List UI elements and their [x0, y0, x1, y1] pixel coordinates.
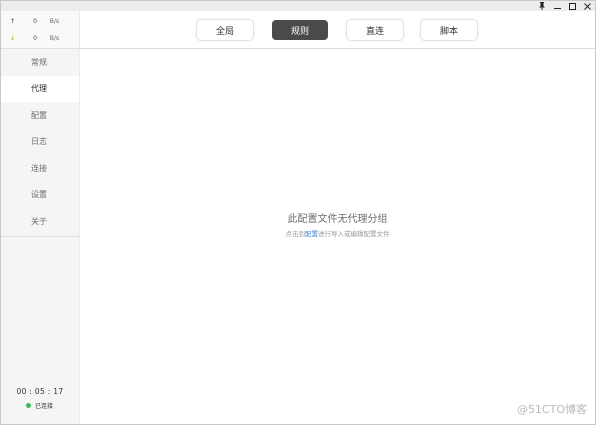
empty-state-hint-suffix: 进行导入或编辑配置文件: [318, 230, 390, 238]
connection-status-label: 已连接: [35, 403, 54, 410]
upload-speed-row: ↑ 0 B/s: [1, 13, 79, 30]
watermark: @51CTO博客: [516, 403, 587, 416]
pin-icon[interactable]: [538, 2, 546, 11]
sidebar: ↑ 0 B/s ↓ 0 B/s 常规 代理 配置 日志 连接 设置 关于: [1, 11, 80, 424]
sidebar-item-about[interactable]: 关于: [1, 208, 79, 235]
download-speed-unit: B/s: [49, 35, 59, 42]
empty-state-hint: 点击到配置进行导入或编辑配置文件: [80, 228, 595, 238]
mode-direct-button[interactable]: 直连: [347, 20, 403, 40]
mode-rule-button[interactable]: 规则: [272, 20, 328, 40]
sidebar-item-label: 连接: [31, 163, 47, 173]
download-speed-row: ↓ 0 B/s: [1, 30, 79, 47]
sidebar-item-logs[interactable]: 日志: [1, 129, 79, 156]
sidebar-item-label: 设置: [31, 190, 47, 200]
uptime-timer: 00 : 05 : 17: [16, 387, 64, 396]
download-speed-value: 0: [33, 35, 37, 42]
close-icon[interactable]: [583, 2, 591, 11]
mode-switcher: 全局 规则 直连 脚本: [80, 11, 595, 49]
profiles-link[interactable]: 配置: [305, 230, 318, 238]
upload-speed-unit: B/s: [49, 18, 59, 25]
title-bar[interactable]: [1, 1, 595, 11]
proxies-content: 此配置文件无代理分组 点击到配置进行导入或编辑配置文件: [80, 49, 595, 424]
empty-state-title: 此配置文件无代理分组: [287, 214, 388, 225]
sidebar-item-label: 日志: [31, 137, 47, 147]
traffic-panel: ↑ 0 B/s ↓ 0 B/s: [1, 11, 79, 49]
connection-status: 已连接: [26, 401, 53, 410]
sidebar-item-label: 代理: [31, 84, 47, 94]
mode-script-button[interactable]: 脚本: [421, 20, 477, 40]
upload-arrow-icon: ↑: [9, 18, 15, 25]
sidebar-item-proxies[interactable]: 代理: [1, 75, 79, 102]
sidebar-item-label: 配置: [31, 110, 47, 120]
empty-state-hint-prefix: 点击到: [285, 230, 306, 238]
app-window: ↑ 0 B/s ↓ 0 B/s 常规 代理 配置 日志 连接 设置 关于 00 …: [0, 0, 596, 425]
upload-speed-value: 0: [33, 18, 37, 25]
mode-global-button[interactable]: 全局: [197, 20, 253, 40]
status-dot-icon: [26, 403, 31, 408]
sidebar-nav: 常规 代理 配置 日志 连接 设置 关于: [1, 49, 79, 235]
sidebar-item-profiles[interactable]: 配置: [1, 102, 79, 129]
minimize-icon[interactable]: [553, 2, 561, 11]
maximize-icon[interactable]: [568, 2, 576, 11]
sidebar-item-connections[interactable]: 连接: [1, 155, 79, 182]
sidebar-divider: [1, 235, 79, 237]
sidebar-item-label: 常规: [31, 57, 47, 67]
sidebar-item-general[interactable]: 常规: [1, 49, 79, 76]
sidebar-item-label: 关于: [31, 216, 47, 226]
sidebar-item-settings[interactable]: 设置: [1, 182, 79, 209]
download-arrow-icon: ↓: [9, 35, 15, 42]
window-controls: [538, 1, 591, 11]
